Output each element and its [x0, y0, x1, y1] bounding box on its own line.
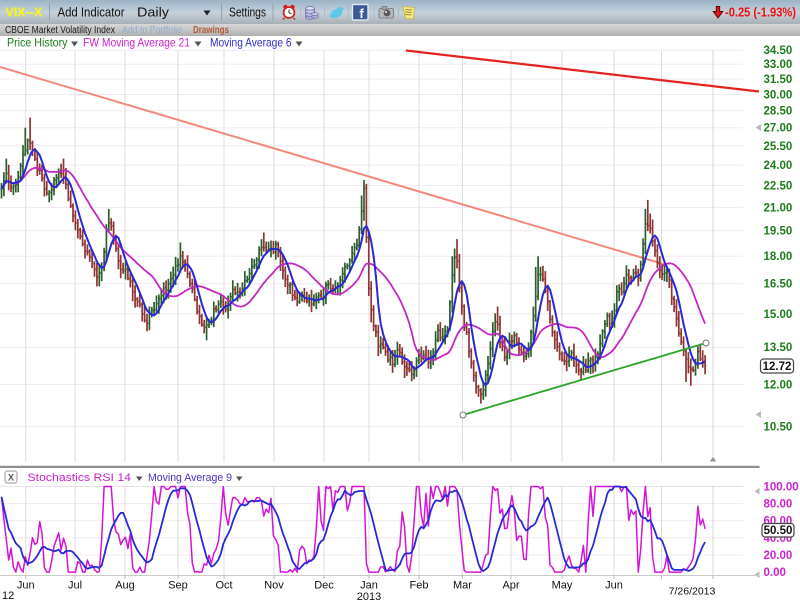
- svg-text:34.50: 34.50: [764, 45, 793, 57]
- svg-text:CBOE Market Volatility Index: CBOE Market Volatility Index: [5, 25, 115, 36]
- svg-text:May: May: [552, 580, 573, 592]
- svg-text:50.50: 50.50: [764, 525, 793, 537]
- svg-text:22.50: 22.50: [764, 180, 793, 192]
- svg-text:80.00: 80.00: [764, 499, 793, 511]
- svg-text:10.50: 10.50: [764, 422, 793, 434]
- svg-text:16.50: 16.50: [764, 279, 793, 291]
- svg-text:7/26/2013: 7/26/2013: [669, 586, 716, 598]
- svg-text:18.00: 18.00: [764, 251, 793, 263]
- svg-text:27.00: 27.00: [764, 123, 793, 135]
- svg-text:Drawings: Drawings: [193, 25, 229, 36]
- svg-text:Apr: Apr: [502, 580, 519, 592]
- svg-text:13.50: 13.50: [764, 342, 793, 354]
- svg-text:Add Indicator: Add Indicator: [58, 5, 126, 20]
- svg-text:-0.25 (-1.93%): -0.25 (-1.93%): [725, 6, 796, 20]
- svg-text:31.50: 31.50: [764, 74, 793, 86]
- svg-text:Nov: Nov: [264, 580, 284, 592]
- svg-text:Sep: Sep: [168, 580, 188, 592]
- svg-text:X: X: [8, 473, 14, 483]
- svg-text:Oct: Oct: [215, 580, 232, 592]
- svg-text:12.72: 12.72: [763, 361, 792, 373]
- svg-text:0.00: 0.00: [764, 567, 786, 579]
- svg-text:Mar: Mar: [453, 580, 472, 592]
- svg-text:19.50: 19.50: [764, 226, 793, 238]
- svg-text:Price History: Price History: [7, 36, 68, 50]
- svg-text:15.00: 15.00: [764, 309, 793, 321]
- svg-text:2013: 2013: [357, 591, 381, 601]
- svg-text:Feb: Feb: [410, 580, 429, 592]
- svg-text:Dec: Dec: [314, 580, 334, 592]
- svg-text:Jun: Jun: [17, 580, 35, 592]
- svg-text:28.50: 28.50: [764, 106, 793, 118]
- svg-text:VIX--X: VIX--X: [6, 6, 43, 20]
- svg-text:25.50: 25.50: [764, 141, 793, 153]
- svg-text:f: f: [359, 6, 364, 21]
- svg-text:33.00: 33.00: [764, 59, 793, 71]
- svg-text:21.00: 21.00: [764, 202, 793, 214]
- svg-text:Aug: Aug: [115, 580, 135, 592]
- svg-text:12.00: 12.00: [764, 379, 793, 391]
- svg-text:Jan: Jan: [360, 580, 378, 592]
- svg-text:Jun: Jun: [605, 580, 623, 592]
- svg-text:Add to Portfolio: Add to Portfolio: [122, 25, 182, 36]
- svg-text:20.00: 20.00: [764, 550, 793, 562]
- svg-text:Moving Average 6: Moving Average 6: [210, 36, 292, 50]
- svg-text:30.00: 30.00: [764, 89, 793, 101]
- svg-text:FW Moving Average 21: FW Moving Average 21: [83, 36, 190, 50]
- svg-text:Jul: Jul: [68, 580, 82, 592]
- svg-text:Stochastics RSI 14: Stochastics RSI 14: [28, 472, 132, 484]
- svg-text:Settings: Settings: [229, 5, 266, 20]
- svg-text:24.00: 24.00: [764, 160, 793, 172]
- svg-text:12: 12: [2, 590, 14, 601]
- svg-text:Moving Average 9: Moving Average 9: [148, 472, 232, 484]
- svg-text:100.00: 100.00: [764, 482, 799, 494]
- svg-text:Daily: Daily: [137, 5, 170, 20]
